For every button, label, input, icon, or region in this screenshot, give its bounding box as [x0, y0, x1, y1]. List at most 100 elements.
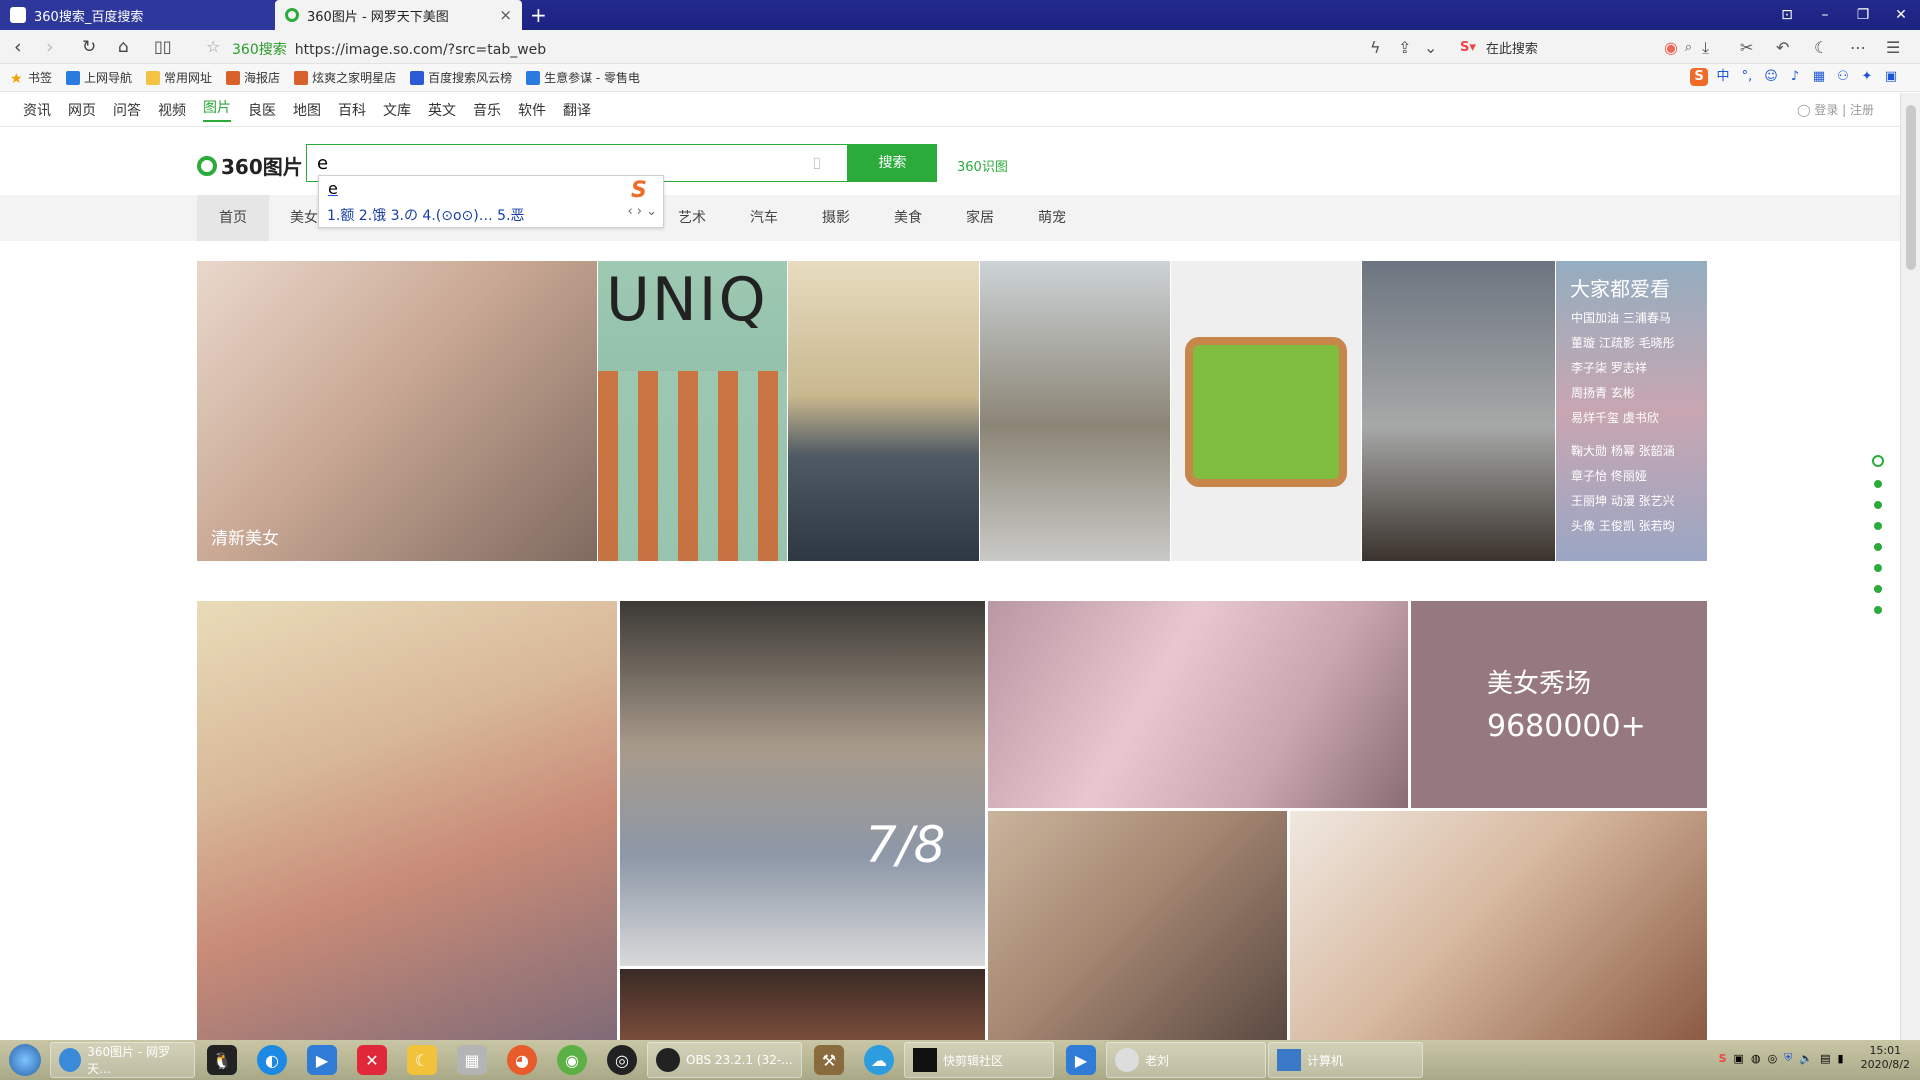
sogou-engine-icon[interactable]: S▾ [1460, 40, 1476, 55]
bookmark-item[interactable]: 常用网址 [146, 69, 212, 86]
tab-360-image[interactable]: 360图片 - 网罗天下美图 × [275, 0, 522, 30]
banner-image-temple[interactable] [1362, 261, 1555, 561]
cat-item[interactable]: 家居 [966, 195, 994, 241]
gallery-image[interactable] [988, 811, 1287, 1040]
cut-tools-icon[interactable]: ✂ [1740, 38, 1753, 57]
gallery-image[interactable]: 7/8 [620, 601, 985, 966]
nav-dot[interactable] [1874, 543, 1882, 551]
minimize-icon[interactable]: – [1806, 0, 1844, 30]
share-icon[interactable]: ⇪ [1398, 38, 1411, 57]
nav-item[interactable]: 英文 [428, 100, 456, 120]
video-player-icon[interactable]: ▶ [307, 1045, 337, 1075]
tray-app-icon[interactable]: ◎ [1768, 1052, 1778, 1065]
new-tab-icon[interactable]: + [530, 3, 547, 27]
bookmark-item[interactable]: 生意参谋 - 零售电 [526, 69, 640, 86]
taskbar-window[interactable]: 360图片 - 网罗天... [50, 1042, 195, 1078]
nav-item[interactable]: 视频 [158, 100, 186, 120]
banner-image-venice[interactable] [788, 261, 979, 561]
nav-item[interactable]: 翻译 [563, 100, 591, 120]
forward-icon[interactable]: › [46, 36, 54, 58]
start-button[interactable] [0, 1040, 50, 1080]
video-player-icon[interactable]: ▶ [1066, 1045, 1096, 1075]
back-icon[interactable]: ‹ [14, 36, 22, 58]
nav-item[interactable]: 音乐 [473, 100, 501, 120]
office-icon[interactable]: ◕ [507, 1045, 537, 1075]
punctuation-icon[interactable]: °, [1738, 68, 1756, 86]
nav-dot[interactable] [1874, 480, 1882, 488]
chevron-down-icon[interactable]: ⌄ [1424, 38, 1437, 57]
pin-icon[interactable]: ⊡ [1768, 0, 1806, 30]
tools-icon[interactable]: ⚒ [814, 1045, 844, 1075]
night-mode-icon[interactable]: ☾ [1814, 38, 1828, 57]
browser-search-input[interactable]: 在此搜索 [1486, 38, 1685, 57]
bookmark-item[interactable]: ★ 书签 [10, 69, 52, 87]
nav-dot[interactable] [1874, 564, 1882, 572]
logo[interactable]: 360图片 [197, 151, 303, 180]
ime-mode[interactable]: 中 [1714, 68, 1732, 86]
extension-eye-icon[interactable]: ◉ [1664, 38, 1678, 57]
hot-line[interactable]: 王丽坤 动漫 张艺兴 [1571, 492, 1707, 510]
ime-candidates[interactable]: 1.额 2.饿 3.の 4.(⊙o⊙)… 5.恶 [327, 205, 525, 225]
gallery-image[interactable] [988, 601, 1408, 808]
volume-icon[interactable]: 🔈 [1799, 1052, 1813, 1065]
search-button[interactable]: 搜索 [848, 144, 937, 182]
login-link[interactable]: ◯ 登录 | 注册 [1797, 101, 1874, 118]
flash-icon[interactable]: ϟ [1370, 38, 1381, 57]
restore-icon[interactable]: ❐ [1844, 0, 1882, 30]
emoji-icon[interactable]: ☺ [1762, 68, 1780, 86]
cat-item[interactable]: 美女 [290, 195, 318, 241]
app-icon[interactable]: ☾ [407, 1045, 437, 1075]
nav-dot[interactable] [1874, 522, 1882, 530]
taskbar-window[interactable]: 计算机 [1268, 1042, 1423, 1078]
color-picker-icon[interactable]: ◉ [557, 1045, 587, 1075]
nav-dot[interactable] [1874, 501, 1882, 509]
star-icon[interactable]: ☆ [206, 36, 220, 58]
hot-line[interactable]: 头像 王俊凯 张若昀 [1571, 517, 1707, 535]
bookmark-item[interactable]: 百度搜索风云榜 [410, 69, 512, 86]
calculator-icon[interactable]: ▦ [457, 1045, 487, 1075]
hot-line[interactable]: 章子怡 佟丽娅 [1571, 467, 1707, 485]
network-icon[interactable]: ▤ [1820, 1052, 1830, 1065]
taskbar-window[interactable]: OBS 23.2.1 (32-... [647, 1042, 802, 1078]
hot-line[interactable]: 易烊千玺 虞书欣 [1571, 409, 1707, 427]
browser-search-box[interactable]: S▾ 在此搜索 ⌕ [1460, 35, 1692, 59]
taskbar-window[interactable]: 老刘 [1106, 1042, 1266, 1078]
search-icon[interactable]: ⌕ [1685, 40, 1692, 55]
tab-360-search[interactable]: 360搜索_百度搜索 [0, 0, 275, 30]
nav-dot[interactable] [1874, 585, 1882, 593]
qq-tray-icon[interactable]: ◍ [1751, 1052, 1761, 1065]
bookmark-item[interactable]: 上网导航 [66, 69, 132, 86]
sogou-tray-icon[interactable]: S [1719, 1052, 1727, 1065]
nav-item[interactable]: 软件 [518, 100, 546, 120]
system-clock[interactable]: 15:01 2020/8/2 [1861, 1044, 1910, 1072]
nav-item-active[interactable]: 图片 [203, 97, 231, 122]
page-scrollbar[interactable] [1900, 93, 1920, 1040]
cat-item[interactable]: 摄影 [822, 195, 850, 241]
download-icon[interactable]: ⤓ [1702, 38, 1709, 58]
gallery-image[interactable] [620, 969, 985, 1040]
qq-icon[interactable]: 🐧 [207, 1045, 237, 1075]
nav-dot[interactable] [1874, 606, 1882, 614]
nav-item[interactable]: 问答 [113, 100, 141, 120]
close-tab-icon[interactable]: × [499, 6, 512, 24]
cloud-icon[interactable]: ☁ [864, 1045, 894, 1075]
close-window-icon[interactable]: ✕ [1882, 0, 1920, 30]
hot-line[interactable]: 周扬青 玄彬 [1571, 384, 1707, 402]
keyboard-icon[interactable]: ▦ [1810, 68, 1828, 86]
refresh-icon[interactable]: ↻ [82, 36, 96, 58]
bookmark-item[interactable]: 海报店 [226, 69, 280, 86]
shitu-link[interactable]: 360识图 [957, 156, 1008, 175]
obs-icon[interactable]: ◎ [607, 1045, 637, 1075]
home-icon[interactable]: ⌂ [118, 36, 129, 58]
cat-item[interactable]: 汽车 [750, 195, 778, 241]
hot-line[interactable]: 鞠大勋 杨幂 张韶涵 [1571, 442, 1707, 460]
scrollbar-thumb[interactable] [1906, 105, 1916, 270]
cat-item[interactable]: 艺术 [678, 195, 706, 241]
bookmark-item[interactable]: 炫爽之家明星店 [294, 69, 396, 86]
360-security-icon[interactable]: ⛨ [1784, 1051, 1792, 1065]
xmind-icon[interactable]: ✕ [357, 1045, 387, 1075]
promo-tile[interactable]: 美女秀场 9680000+ [1411, 601, 1707, 808]
undo-icon[interactable]: ↶ [1776, 38, 1789, 57]
sogou-ime-icon[interactable]: S [1690, 68, 1708, 86]
user-icon[interactable]: ⚇ [1834, 68, 1852, 86]
